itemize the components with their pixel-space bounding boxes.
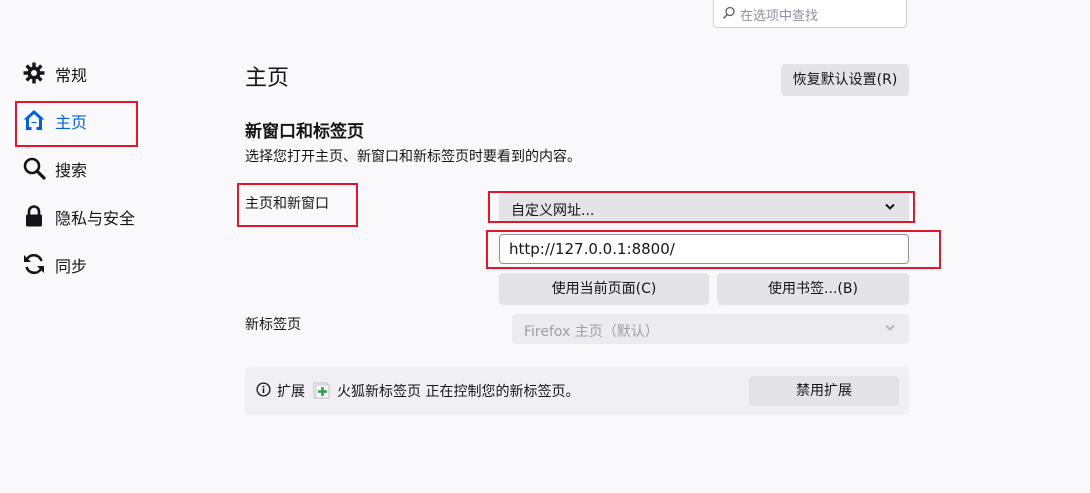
sidebar-item-label: 常规: [55, 66, 88, 85]
sidebar-item-label: 搜索: [55, 161, 88, 180]
search-icon: [722, 6, 735, 20]
extension-icon: [313, 382, 330, 399]
sync-icon: [24, 253, 44, 275]
highlight-box-homepage-label: [237, 183, 358, 227]
notice-text: 火狐新标签页 正在控制您的新标签页。: [337, 384, 580, 400]
gear-icon: [23, 62, 45, 84]
highlight-box-url-input: [486, 230, 941, 269]
page-title: 主页: [245, 66, 290, 91]
use-current-page-button[interactable]: 使用当前页面(C): [499, 273, 709, 305]
search-placeholder: 在选项中查找: [740, 9, 819, 24]
use-bookmark-button[interactable]: 使用书签...(B): [717, 273, 909, 305]
section-description: 选择您打开主页、新窗口和新标签页时要看到的内容。: [245, 149, 581, 165]
highlight-box-homepage-select: [488, 191, 915, 223]
restore-defaults-button[interactable]: 恢复默认设置(R): [781, 64, 909, 96]
section-title: 新窗口和标签页: [245, 122, 364, 142]
extension-notice: 扩展 火狐新标签页 正在控制您的新标签页。 禁用扩展: [245, 367, 909, 415]
newtab-select: Firefox 主页（默认）: [512, 314, 909, 344]
sidebar-item-label: 同步: [55, 257, 88, 276]
search-icon: [23, 157, 46, 180]
lock-icon: [26, 205, 42, 227]
newtab-select-value: Firefox 主页（默认）: [524, 324, 659, 340]
sidebar-item-search[interactable]: 搜索: [20, 152, 180, 184]
info-icon: [256, 382, 271, 397]
sidebar-item-general[interactable]: 常规: [20, 57, 180, 89]
sidebar-item-privacy[interactable]: 隐私与安全: [20, 200, 180, 232]
search-input[interactable]: 在选项中查找: [713, 0, 907, 28]
disable-extension-button[interactable]: 禁用扩展: [749, 376, 899, 406]
highlight-box-home: [15, 101, 138, 147]
chevron-down-icon: [885, 324, 895, 331]
newtab-label: 新标签页: [245, 317, 301, 333]
sidebar-item-label: 隐私与安全: [55, 209, 136, 228]
sidebar-item-sync[interactable]: 同步: [20, 248, 180, 280]
notice-prefix: 扩展: [277, 384, 305, 400]
